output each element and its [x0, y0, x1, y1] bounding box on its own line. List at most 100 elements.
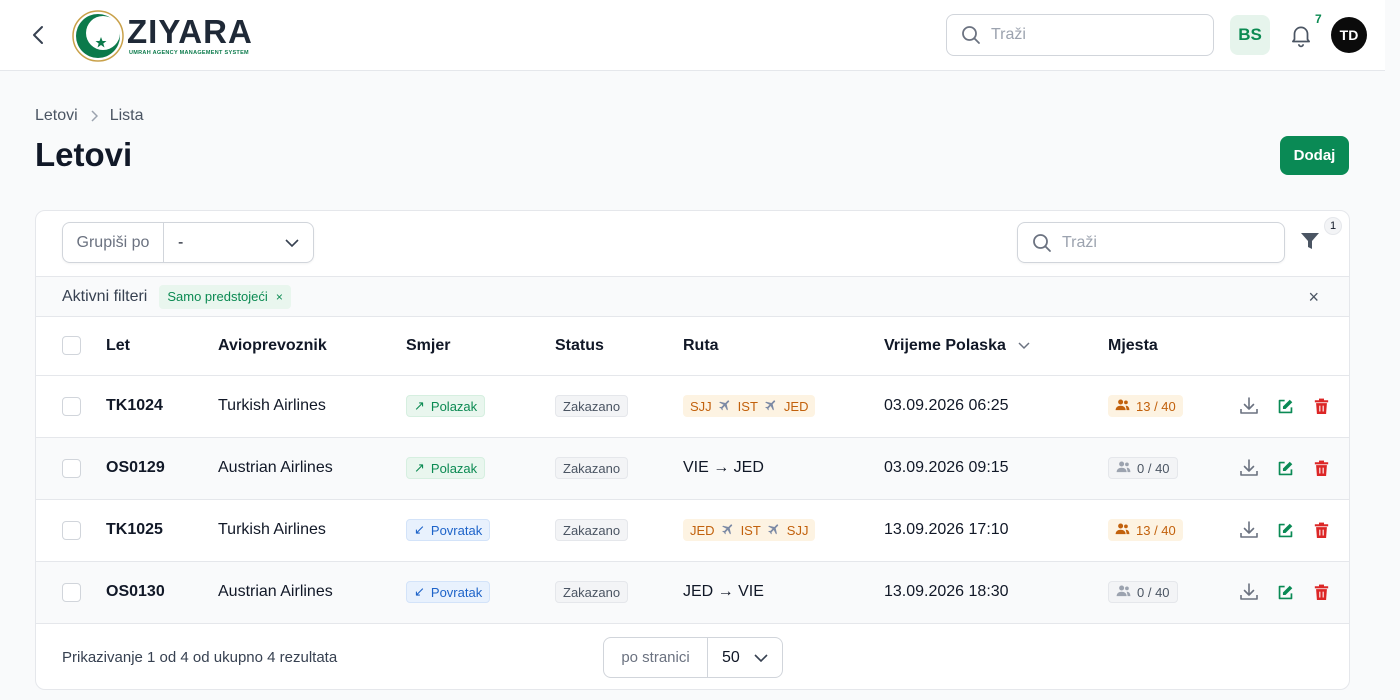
- language-switcher[interactable]: BS: [1230, 15, 1270, 55]
- table-search-input[interactable]: [1062, 233, 1262, 252]
- flight-number[interactable]: OS0130: [106, 561, 218, 624]
- airline-name: Austrian Airlines: [218, 437, 406, 500]
- route-airport: SJJ: [690, 398, 712, 414]
- seats-badge: 0 / 40: [1108, 457, 1178, 479]
- column-header-vrijeme-polaska[interactable]: Vrijeme Polaska: [884, 317, 1108, 376]
- flight-number[interactable]: OS0129: [106, 437, 218, 500]
- seats-count: 13 / 40: [1136, 398, 1176, 414]
- remove-filter-icon[interactable]: ×: [276, 290, 283, 304]
- group-by-label: Grupiši po: [63, 223, 164, 262]
- brand-name: ZIYARA: [127, 13, 253, 50]
- departure-time: 13.09.2026 17:10: [884, 499, 1108, 562]
- flight-number[interactable]: TK1024: [106, 375, 218, 438]
- column-header-smjer[interactable]: Smjer: [406, 317, 555, 376]
- row-checkbox[interactable]: [62, 396, 81, 416]
- chevron-down-icon: [285, 238, 299, 247]
- group-by-select[interactable]: -: [164, 223, 313, 262]
- status-badge: Zakazano: [555, 457, 629, 479]
- table-header-row: Let Avioprevoznik Smjer Status Ruta Vrij…: [36, 317, 1349, 376]
- column-header-ruta[interactable]: Ruta: [683, 317, 884, 376]
- edit-icon[interactable]: [1274, 581, 1296, 603]
- seats-badge: 13 / 40: [1108, 519, 1183, 541]
- row-checkbox[interactable]: [62, 458, 81, 478]
- users-icon: [1116, 460, 1131, 476]
- top-bar: ZIYARA UMRAH AGENCY MANAGEMENT SYSTEM BS…: [0, 0, 1385, 71]
- breadcrumb-item-letovi[interactable]: Letovi: [35, 107, 78, 125]
- seats-count: 0 / 40: [1137, 460, 1170, 476]
- table-footer: Prikazivanje 1 od 4 od ukupno 4 rezultat…: [36, 624, 1349, 689]
- departure-time: 03.09.2026 09:15: [884, 437, 1108, 500]
- filter-count-badge: 1: [1324, 217, 1342, 235]
- edit-icon[interactable]: [1274, 519, 1296, 541]
- direction-arrow-icon: ↗: [414, 460, 425, 475]
- per-page-select[interactable]: 50: [708, 638, 782, 677]
- direction-label: Polazak: [430, 398, 478, 414]
- seats-badge: 0 / 40: [1108, 581, 1178, 603]
- airline-name: Turkish Airlines: [218, 375, 406, 438]
- download-icon[interactable]: [1238, 395, 1260, 417]
- flight-number[interactable]: TK1025: [106, 499, 218, 562]
- column-header-avioprevoznik[interactable]: Avioprevoznik: [218, 317, 406, 376]
- add-button[interactable]: Dodaj: [1280, 136, 1349, 175]
- departure-time: 03.09.2026 06:25: [884, 375, 1108, 438]
- select-all-checkbox[interactable]: [62, 336, 81, 356]
- route-text: JED → VIE: [683, 583, 764, 600]
- back-icon[interactable]: [26, 22, 50, 48]
- brand-logo[interactable]: ZIYARA UMRAH AGENCY MANAGEMENT SYSTEM: [71, 9, 261, 63]
- direction-badge: ↙ Povratak: [406, 581, 491, 603]
- breadcrumb-item-lista: Lista: [109, 107, 144, 124]
- edit-icon[interactable]: [1274, 457, 1296, 479]
- table-search[interactable]: [1017, 222, 1285, 263]
- delete-icon[interactable]: [1310, 457, 1332, 479]
- edit-icon[interactable]: [1274, 395, 1296, 417]
- search-icon: [1033, 233, 1051, 252]
- departure-time: 13.09.2026 18:30: [884, 561, 1108, 624]
- direction-label: Povratak: [430, 584, 483, 600]
- filter-chip-label: Samo predstojeći: [167, 289, 268, 304]
- column-header-mjesta[interactable]: Mjesta: [1108, 317, 1228, 376]
- sort-chevron-down-icon[interactable]: [1018, 342, 1030, 350]
- plane-icon: [764, 398, 778, 415]
- route-airport: IST: [737, 398, 758, 414]
- row-checkbox[interactable]: [62, 582, 81, 602]
- download-icon[interactable]: [1238, 457, 1260, 479]
- filter-icon[interactable]: [1299, 230, 1325, 256]
- table-row[interactable]: OS0130 Austrian Airlines ↙ Povratak Zakaz…: [36, 561, 1349, 624]
- seats-count: 13 / 40: [1136, 522, 1176, 538]
- download-icon[interactable]: [1238, 519, 1260, 541]
- row-checkbox[interactable]: [62, 520, 81, 540]
- flights-table: Let Avioprevoznik Smjer Status Ruta Vrij…: [36, 317, 1349, 624]
- table-row[interactable]: OS0129 Austrian Airlines ↗ Polazak Zakaza…: [36, 437, 1349, 500]
- status-badge: Zakazano: [555, 519, 629, 541]
- direction-badge: ↗ Polazak: [406, 457, 486, 479]
- group-by-control[interactable]: Grupiši po -: [62, 222, 314, 263]
- seats-count: 0 / 40: [1137, 584, 1170, 600]
- plane-icon: [767, 522, 781, 539]
- route-text: VIE → JED: [683, 459, 764, 476]
- direction-badge: ↗ Polazak: [406, 395, 486, 417]
- results-summary: Prikazivanje 1 od 4 od ukupno 4 rezultat…: [62, 649, 338, 666]
- clear-filters-icon[interactable]: ×: [1308, 287, 1319, 308]
- plane-icon: [718, 398, 732, 415]
- route-badge: SJJ IST JED: [683, 395, 816, 417]
- global-search-input[interactable]: [991, 26, 1191, 44]
- user-avatar[interactable]: TD: [1331, 17, 1367, 53]
- global-search[interactable]: [946, 14, 1214, 56]
- delete-icon[interactable]: [1310, 395, 1332, 417]
- status-badge: Zakazano: [555, 581, 629, 603]
- column-header-status[interactable]: Status: [555, 317, 683, 376]
- route-airport: JED: [690, 522, 715, 538]
- per-page-control[interactable]: po stranici 50: [603, 637, 783, 678]
- column-header-let[interactable]: Let: [106, 317, 218, 376]
- column-header-actions: [1228, 317, 1349, 376]
- download-icon[interactable]: [1238, 581, 1260, 603]
- seats-badge: 13 / 40: [1108, 395, 1183, 417]
- table-row[interactable]: TK1025 Turkish Airlines ↙ Povratak Zakaza…: [36, 499, 1349, 562]
- bell-icon[interactable]: [1288, 22, 1314, 48]
- direction-badge: ↙ Povratak: [406, 519, 491, 541]
- delete-icon[interactable]: [1310, 519, 1332, 541]
- column-header-vrijeme-polaska-label: Vrijeme Polaska: [884, 336, 1006, 354]
- group-by-value: -: [178, 233, 184, 251]
- table-row[interactable]: TK1024 Turkish Airlines ↗ Polazak Zakazan…: [36, 375, 1349, 438]
- delete-icon[interactable]: [1310, 581, 1332, 603]
